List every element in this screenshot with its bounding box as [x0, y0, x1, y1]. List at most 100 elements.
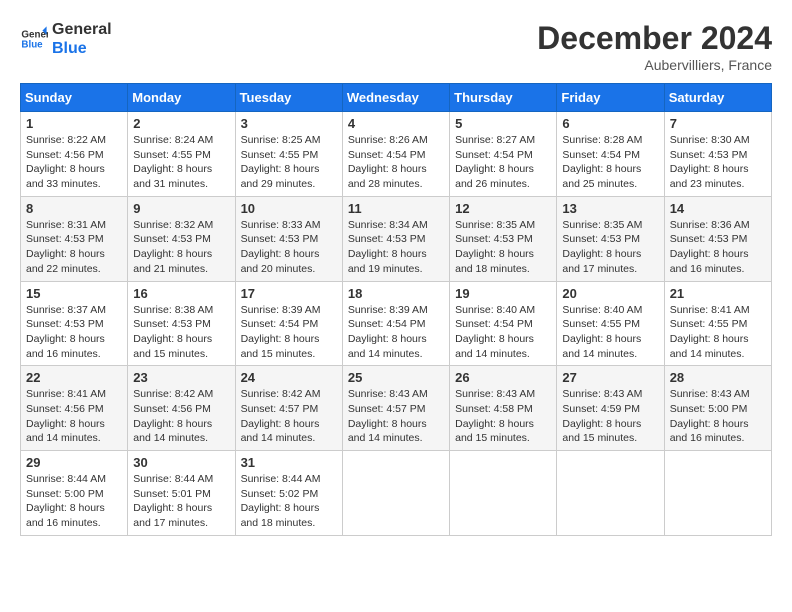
day-info: Sunrise: 8:24 AMSunset: 4:55 PMDaylight:…	[133, 133, 229, 192]
day-number: 24	[241, 370, 337, 385]
day-number: 17	[241, 286, 337, 301]
day-number: 16	[133, 286, 229, 301]
day-info: Sunrise: 8:31 AMSunset: 4:53 PMDaylight:…	[26, 218, 122, 277]
day-info: Sunrise: 8:35 AMSunset: 4:53 PMDaylight:…	[455, 218, 551, 277]
calendar-cell: 8 Sunrise: 8:31 AMSunset: 4:53 PMDaylight…	[21, 196, 128, 281]
calendar-week-row: 22 Sunrise: 8:41 AMSunset: 4:56 PMDayligh…	[21, 366, 772, 451]
logo: General Blue General Blue	[20, 20, 112, 58]
calendar-cell: 31 Sunrise: 8:44 AMSunset: 5:02 PMDayligh…	[235, 451, 342, 536]
header-saturday: Saturday	[664, 84, 771, 112]
day-number: 11	[348, 201, 444, 216]
day-number: 20	[562, 286, 658, 301]
day-info: Sunrise: 8:41 AMSunset: 4:56 PMDaylight:…	[26, 387, 122, 446]
calendar-cell: 11 Sunrise: 8:34 AMSunset: 4:53 PMDayligh…	[342, 196, 449, 281]
day-info: Sunrise: 8:25 AMSunset: 4:55 PMDaylight:…	[241, 133, 337, 192]
calendar-cell	[450, 451, 557, 536]
day-number: 30	[133, 455, 229, 470]
logo-text-blue: Blue	[52, 39, 112, 58]
calendar-cell: 1Sunrise: 8:22 AMSunset: 4:56 PMDaylight…	[21, 112, 128, 197]
day-number: 28	[670, 370, 766, 385]
day-info: Sunrise: 8:41 AMSunset: 4:55 PMDaylight:…	[670, 303, 766, 362]
day-info: Sunrise: 8:34 AMSunset: 4:53 PMDaylight:…	[348, 218, 444, 277]
calendar-cell: 4 Sunrise: 8:26 AMSunset: 4:54 PMDaylight…	[342, 112, 449, 197]
location-subtitle: Aubervilliers, France	[537, 57, 772, 73]
calendar-header-row: Sunday Monday Tuesday Wednesday Thursday…	[21, 84, 772, 112]
day-info: Sunrise: 8:43 AMSunset: 4:59 PMDaylight:…	[562, 387, 658, 446]
day-info: Sunrise: 8:43 AMSunset: 4:58 PMDaylight:…	[455, 387, 551, 446]
calendar-cell: 24 Sunrise: 8:42 AMSunset: 4:57 PMDayligh…	[235, 366, 342, 451]
header-monday: Monday	[128, 84, 235, 112]
calendar-week-row: 8 Sunrise: 8:31 AMSunset: 4:53 PMDaylight…	[21, 196, 772, 281]
calendar-cell: 25Sunrise: 8:43 AMSunset: 4:57 PMDayligh…	[342, 366, 449, 451]
header-tuesday: Tuesday	[235, 84, 342, 112]
calendar-cell: 28 Sunrise: 8:43 AMSunset: 5:00 PMDayligh…	[664, 366, 771, 451]
calendar-cell: 10Sunrise: 8:33 AMSunset: 4:53 PMDayligh…	[235, 196, 342, 281]
svg-text:Blue: Blue	[21, 40, 43, 51]
calendar-cell: 13Sunrise: 8:35 AMSunset: 4:53 PMDayligh…	[557, 196, 664, 281]
day-number: 15	[26, 286, 122, 301]
day-number: 8	[26, 201, 122, 216]
calendar-cell: 2Sunrise: 8:24 AMSunset: 4:55 PMDaylight…	[128, 112, 235, 197]
header-wednesday: Wednesday	[342, 84, 449, 112]
day-info: Sunrise: 8:37 AMSunset: 4:53 PMDaylight:…	[26, 303, 122, 362]
calendar-cell: 6Sunrise: 8:28 AMSunset: 4:54 PMDaylight…	[557, 112, 664, 197]
day-info: Sunrise: 8:36 AMSunset: 4:53 PMDaylight:…	[670, 218, 766, 277]
header-friday: Friday	[557, 84, 664, 112]
calendar-cell: 23 Sunrise: 8:42 AMSunset: 4:56 PMDayligh…	[128, 366, 235, 451]
day-info: Sunrise: 8:44 AMSunset: 5:02 PMDaylight:…	[241, 472, 337, 531]
calendar-cell: 30Sunrise: 8:44 AMSunset: 5:01 PMDayligh…	[128, 451, 235, 536]
day-info: Sunrise: 8:44 AMSunset: 5:00 PMDaylight:…	[26, 472, 122, 531]
day-number: 19	[455, 286, 551, 301]
page-header: General Blue General Blue December 2024 …	[20, 20, 772, 73]
day-number: 12	[455, 201, 551, 216]
calendar-cell: 16 Sunrise: 8:38 AMSunset: 4:53 PMDayligh…	[128, 281, 235, 366]
day-info: Sunrise: 8:32 AMSunset: 4:53 PMDaylight:…	[133, 218, 229, 277]
calendar-cell: 27Sunrise: 8:43 AMSunset: 4:59 PMDayligh…	[557, 366, 664, 451]
header-thursday: Thursday	[450, 84, 557, 112]
day-number: 26	[455, 370, 551, 385]
day-info: Sunrise: 8:38 AMSunset: 4:53 PMDaylight:…	[133, 303, 229, 362]
day-number: 14	[670, 201, 766, 216]
day-number: 21	[670, 286, 766, 301]
header-sunday: Sunday	[21, 84, 128, 112]
day-info: Sunrise: 8:42 AMSunset: 4:57 PMDaylight:…	[241, 387, 337, 446]
calendar-cell: 19Sunrise: 8:40 AMSunset: 4:54 PMDayligh…	[450, 281, 557, 366]
day-number: 4	[348, 116, 444, 131]
calendar-cell: 20Sunrise: 8:40 AMSunset: 4:55 PMDayligh…	[557, 281, 664, 366]
calendar-cell	[342, 451, 449, 536]
calendar-week-row: 29 Sunrise: 8:44 AMSunset: 5:00 PMDayligh…	[21, 451, 772, 536]
calendar-cell: 21 Sunrise: 8:41 AMSunset: 4:55 PMDayligh…	[664, 281, 771, 366]
day-number: 3	[241, 116, 337, 131]
day-number: 10	[241, 201, 337, 216]
day-info: Sunrise: 8:30 AMSunset: 4:53 PMDaylight:…	[670, 133, 766, 192]
calendar-cell: 3 Sunrise: 8:25 AMSunset: 4:55 PMDaylight…	[235, 112, 342, 197]
title-section: December 2024 Aubervilliers, France	[537, 20, 772, 73]
calendar-cell: 14 Sunrise: 8:36 AMSunset: 4:53 PMDayligh…	[664, 196, 771, 281]
calendar-week-row: 15 Sunrise: 8:37 AMSunset: 4:53 PMDayligh…	[21, 281, 772, 366]
day-number: 22	[26, 370, 122, 385]
calendar-cell: 15 Sunrise: 8:37 AMSunset: 4:53 PMDayligh…	[21, 281, 128, 366]
day-info: Sunrise: 8:43 AMSunset: 4:57 PMDaylight:…	[348, 387, 444, 446]
calendar-cell: 18Sunrise: 8:39 AMSunset: 4:54 PMDayligh…	[342, 281, 449, 366]
calendar-week-row: 1Sunrise: 8:22 AMSunset: 4:56 PMDaylight…	[21, 112, 772, 197]
day-info: Sunrise: 8:39 AMSunset: 4:54 PMDaylight:…	[348, 303, 444, 362]
day-number: 9	[133, 201, 229, 216]
day-number: 13	[562, 201, 658, 216]
day-number: 5	[455, 116, 551, 131]
calendar-cell: 12 Sunrise: 8:35 AMSunset: 4:53 PMDayligh…	[450, 196, 557, 281]
day-info: Sunrise: 8:27 AMSunset: 4:54 PMDaylight:…	[455, 133, 551, 192]
calendar-cell: 17 Sunrise: 8:39 AMSunset: 4:54 PMDayligh…	[235, 281, 342, 366]
day-info: Sunrise: 8:26 AMSunset: 4:54 PMDaylight:…	[348, 133, 444, 192]
calendar-table: Sunday Monday Tuesday Wednesday Thursday…	[20, 83, 772, 536]
day-info: Sunrise: 8:42 AMSunset: 4:56 PMDaylight:…	[133, 387, 229, 446]
calendar-cell: 29 Sunrise: 8:44 AMSunset: 5:00 PMDayligh…	[21, 451, 128, 536]
day-number: 1	[26, 116, 122, 131]
day-number: 23	[133, 370, 229, 385]
day-info: Sunrise: 8:39 AMSunset: 4:54 PMDaylight:…	[241, 303, 337, 362]
day-info: Sunrise: 8:43 AMSunset: 5:00 PMDaylight:…	[670, 387, 766, 446]
day-number: 29	[26, 455, 122, 470]
day-info: Sunrise: 8:28 AMSunset: 4:54 PMDaylight:…	[562, 133, 658, 192]
logo-icon: General Blue	[20, 25, 48, 53]
day-number: 31	[241, 455, 337, 470]
calendar-cell	[557, 451, 664, 536]
